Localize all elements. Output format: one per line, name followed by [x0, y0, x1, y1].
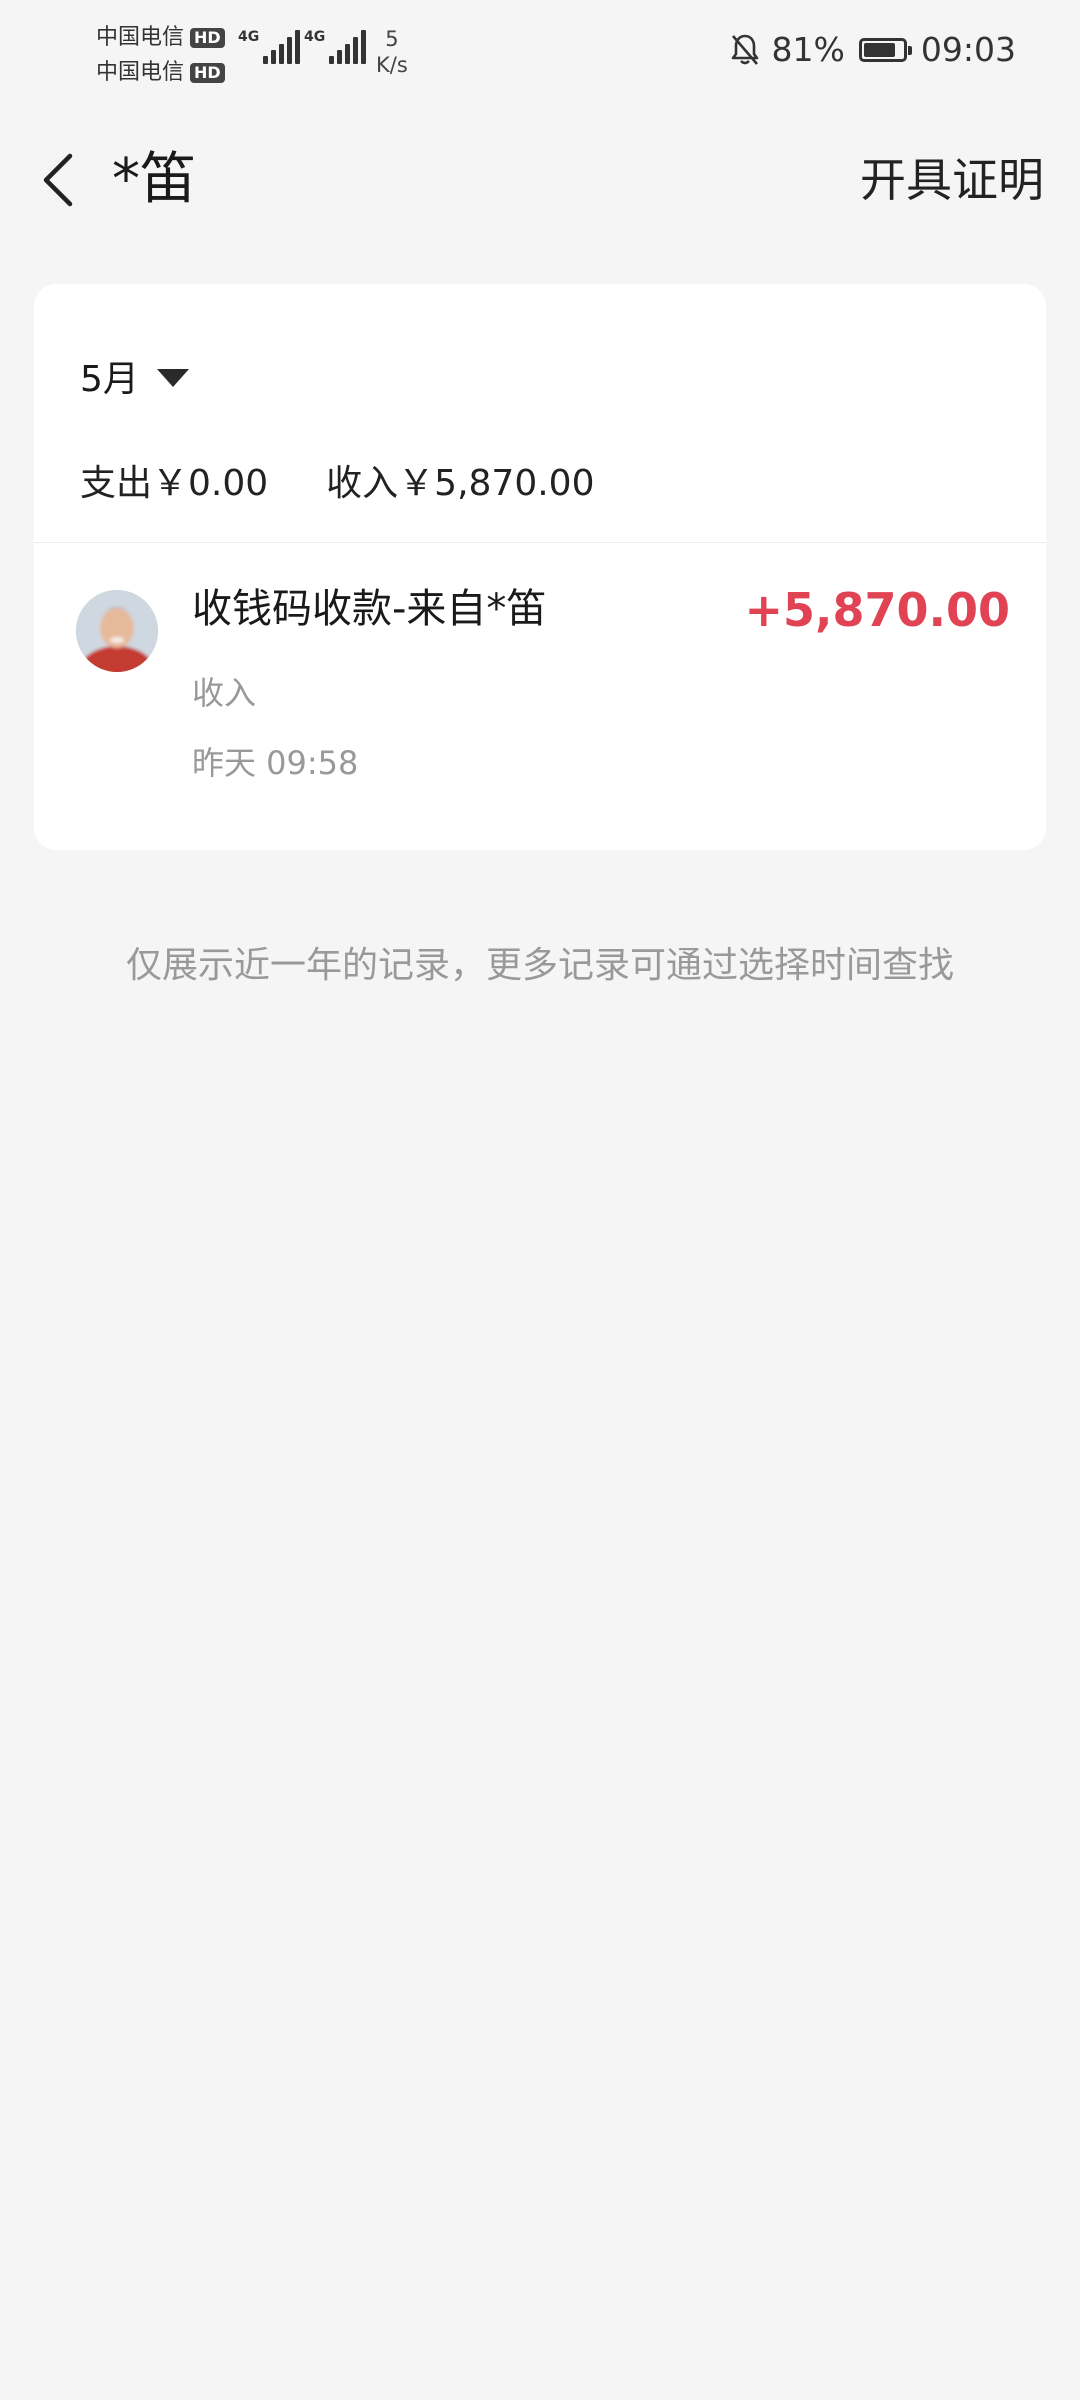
transaction-title: 收钱码收款-来自*笛 — [192, 586, 547, 632]
month-label: 5月 — [80, 359, 139, 400]
status-right: 81% 09:03 — [730, 30, 1016, 69]
carrier-name-1: 中国电信 — [96, 25, 185, 50]
transaction-amount: +5,870.00 — [744, 583, 1010, 637]
battery-fill — [863, 42, 895, 57]
chevron-left-icon — [40, 150, 76, 210]
signal-icon-2: 4G — [304, 30, 369, 64]
transaction-item[interactable]: 收钱码收款-来自*笛 收入 昨天 09:58 +5,870.00 — [34, 544, 1046, 844]
battery-percent: 81% — [771, 30, 845, 69]
bell-muted-icon — [730, 33, 760, 67]
hd-badge-1: HD — [190, 27, 225, 48]
carrier-info: 中国电信 HD 中国电信 HD — [96, 20, 225, 90]
network-tag-2: 4G — [304, 29, 326, 45]
network-speed-value: 5 — [385, 27, 399, 51]
carrier-name-2: 中国电信 — [96, 60, 185, 85]
transaction-time: 昨天 09:58 — [192, 744, 359, 782]
bill-card: 5月 支出￥0.00 收入￥5,870.00 收钱码收款-来自*笛 收入 昨天 — [34, 284, 1046, 850]
divider — [34, 542, 1046, 543]
hd-badge-2: HD — [190, 62, 225, 83]
expense-total: 支出￥0.00 — [80, 463, 269, 504]
signal-icon-1: 4G — [238, 30, 303, 64]
network-tag-1: 4G — [238, 29, 260, 45]
month-selector[interactable]: 5月 — [80, 350, 189, 402]
transaction-type: 收入 — [192, 674, 257, 712]
status-bar: 中国电信 HD 中国电信 HD 4G 4G 5 K/s 81% 09:03 — [0, 0, 1080, 100]
caret-down-icon — [156, 369, 189, 387]
clock: 09:03 — [920, 30, 1016, 69]
battery-icon — [858, 37, 912, 62]
network-speed: 5 K/s — [376, 26, 408, 78]
income-total: 收入￥5,870.00 — [326, 463, 595, 504]
month-summary: 支出￥0.00 收入￥5,870.00 — [80, 454, 595, 506]
issue-certificate-button[interactable]: 开具证明 — [860, 150, 1044, 210]
records-footnote: 仅展示近一年的记录，更多记录可通过选择时间查找 — [125, 945, 954, 986]
avatar — [76, 590, 158, 672]
page-title: *笛 — [112, 147, 196, 212]
header: *笛 开具证明 — [0, 130, 1080, 230]
network-speed-unit: K/s — [376, 53, 408, 77]
back-button[interactable] — [30, 148, 86, 212]
